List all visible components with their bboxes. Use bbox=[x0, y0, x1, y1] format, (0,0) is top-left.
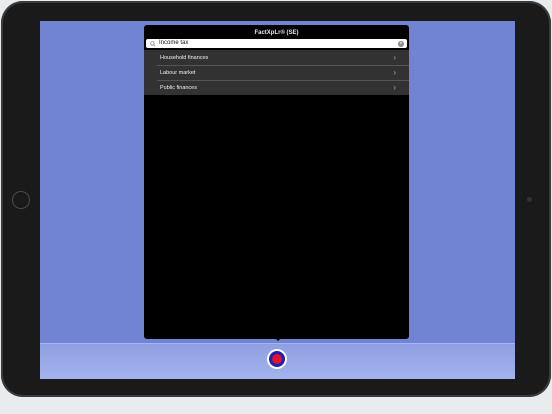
search-icon bbox=[149, 40, 156, 47]
chevron-right-icon: › bbox=[393, 67, 396, 77]
list-item-label: Labour market bbox=[160, 69, 196, 76]
search-input[interactable] bbox=[156, 39, 398, 48]
list-item-label: Household finances bbox=[160, 54, 209, 61]
list-item[interactable]: Public finances › bbox=[144, 80, 409, 95]
chevron-right-icon: › bbox=[393, 52, 396, 62]
list-item-label: Public finances bbox=[160, 84, 197, 91]
camera-icon bbox=[527, 197, 532, 202]
app-icon-dot bbox=[272, 354, 282, 364]
clear-icon[interactable]: × bbox=[398, 40, 404, 47]
home-button[interactable] bbox=[12, 191, 30, 209]
list-item[interactable]: Labour market › bbox=[144, 65, 409, 80]
dock bbox=[40, 343, 515, 379]
app-icon[interactable] bbox=[267, 349, 287, 369]
popover: FactXpLr® (SE) × Household finances › bbox=[144, 25, 409, 339]
search-bar[interactable]: × bbox=[146, 39, 407, 48]
popover-arrow bbox=[274, 337, 282, 341]
app-icon-ring bbox=[269, 351, 285, 367]
list-item[interactable]: Household finances › bbox=[144, 50, 409, 65]
results-list: Household finances › Labour market › Pub… bbox=[144, 50, 409, 95]
tablet-frame: FactXpLr® (SE) × Household finances › bbox=[1, 1, 551, 397]
popover-title: FactXpLr® (SE) bbox=[254, 29, 299, 36]
chevron-right-icon: › bbox=[393, 82, 396, 92]
screen: FactXpLr® (SE) × Household finances › bbox=[40, 21, 515, 379]
